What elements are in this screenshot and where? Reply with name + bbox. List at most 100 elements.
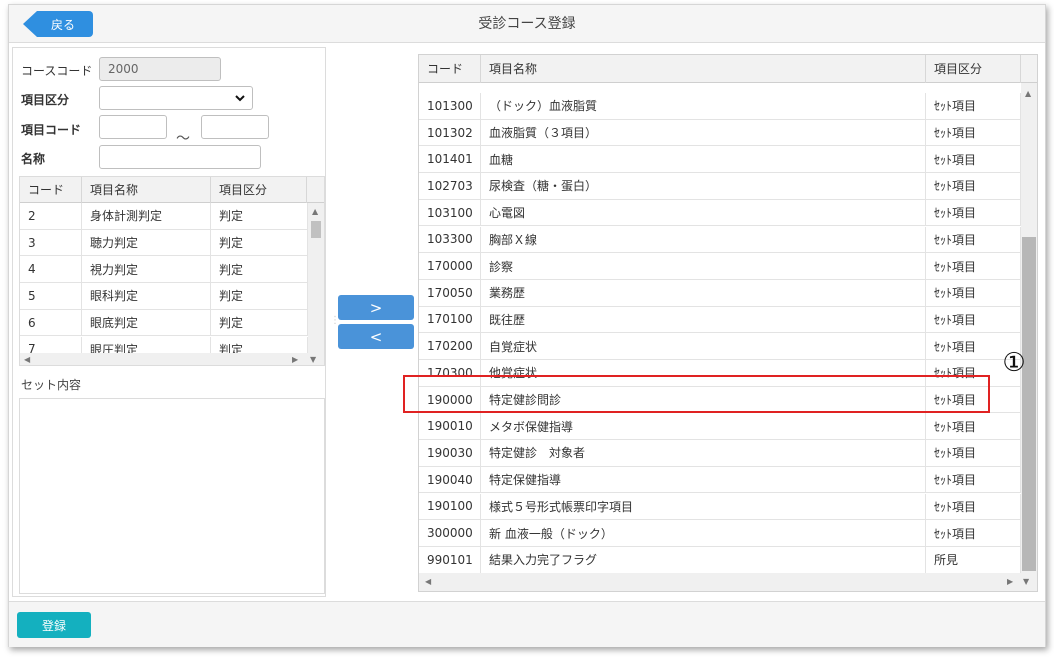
name-label: 名称 (21, 152, 46, 166)
table-row[interactable]: 190030 特定健診 対象者 ｾｯﾄ項目 (419, 440, 1037, 467)
cell-name: 聴力判定 (82, 229, 211, 256)
cell-name: 眼底判定 (82, 309, 211, 336)
cell-category: 判定 (211, 203, 308, 229)
cell-code: 101300 (419, 93, 481, 119)
cell-code: 101302 (419, 119, 481, 146)
table-row[interactable]: 101300 （ドック）血液脂質 ｾｯﾄ項目 (419, 93, 1037, 120)
table-row[interactable]: 300000 新 血液一般（ドック） ｾｯﾄ項目 (419, 520, 1037, 547)
splitter-handle[interactable]: ⋮ (330, 315, 340, 326)
cell-name: 様式５号形式帳票印字項目 (481, 493, 926, 520)
table-row[interactable]: 170200 自覚症状 ｾｯﾄ項目 (419, 333, 1037, 360)
column-header-category[interactable]: 項目区分 (926, 55, 1021, 83)
table-row[interactable]: 101302 血液脂質（３項目） ｾｯﾄ項目 (419, 119, 1037, 147)
cell-category: ｾｯﾄ項目 (926, 306, 1021, 333)
table-row[interactable]: 103300 胸部Ｘ線 ｾｯﾄ項目 (419, 226, 1037, 254)
set-contents-label: セット内容 (21, 378, 82, 392)
cell-category: 判定 (211, 283, 308, 309)
scroll-left-icon[interactable]: ◀ (425, 577, 431, 586)
cell-code: 170050 (419, 279, 481, 306)
table-row[interactable]: 102703 尿検査（糖・蛋白） ｾｯﾄ項目 (419, 173, 1037, 200)
horizontal-scrollbar[interactable]: ◀ ▶ ▼ (20, 353, 324, 365)
cell-code: 5 (20, 283, 82, 309)
cell-code: 103100 (419, 199, 481, 226)
item-code-to-input[interactable] (201, 115, 269, 139)
table-row[interactable]: 190040 特定保健指導 ｾｯﾄ項目 (419, 466, 1037, 494)
cell-name: 眼科判定 (82, 283, 211, 309)
cell-name: 視力判定 (82, 256, 211, 283)
scroll-left-icon[interactable]: ◀ (24, 355, 30, 364)
scroll-right-icon[interactable]: ▶ (292, 355, 298, 364)
scroll-up-icon[interactable]: ▲ (1025, 89, 1031, 98)
table-row[interactable]: 190100 様式５号形式帳票印字項目 ｾｯﾄ項目 (419, 493, 1037, 521)
cell-name: 心電図 (481, 199, 926, 226)
cell-category: 所見 (926, 546, 1021, 573)
vertical-scrollbar[interactable]: ▲ (1021, 83, 1037, 573)
cell-name: 尿検査（糖・蛋白） (481, 173, 926, 199)
cell-name: 血液脂質（３項目） (481, 119, 926, 146)
column-header-code[interactable]: コード (419, 55, 481, 83)
table-row[interactable]: 2 身体計測判定 判定 (20, 203, 324, 230)
scroll-down-icon[interactable]: ▼ (1023, 577, 1029, 586)
item-code-from-input[interactable] (99, 115, 167, 139)
cell-name: 特定保健指導 (481, 466, 926, 493)
back-button[interactable]: 戻る (23, 11, 93, 37)
table-row[interactable]: 190010 メタボ保健指導 ｾｯﾄ項目 (419, 413, 1037, 441)
cell-category: ｾｯﾄ項目 (926, 493, 1021, 520)
cell-name: 自覚症状 (481, 333, 926, 359)
cell-code: 190100 (419, 493, 481, 520)
cell-code: 170000 (419, 253, 481, 279)
horizontal-scrollbar[interactable]: ◀ ▶ ▼ (419, 573, 1037, 591)
item-category-select[interactable] (99, 86, 253, 110)
cell-code: 190030 (419, 440, 481, 466)
table-row[interactable]: 4 視力判定 判定 (20, 256, 324, 284)
table-row[interactable]: 990101 結果入力完了フラグ 所見 (419, 546, 1037, 574)
table-row[interactable]: 103100 心電図 ｾｯﾄ項目 (419, 199, 1037, 227)
table-row[interactable]: 101401 血糖 ｾｯﾄ項目 (419, 146, 1037, 174)
table-row[interactable]: 5 眼科判定 判定 (20, 283, 324, 310)
footer-bar: 登録 (9, 601, 1045, 647)
cell-name: 結果入力完了フラグ (481, 546, 926, 573)
cell-category: ｾｯﾄ項目 (926, 226, 1021, 253)
page-title: 受診コース登録 (478, 16, 576, 32)
scroll-right-icon[interactable]: ▶ (1007, 577, 1013, 586)
cell-code: 300000 (419, 520, 481, 546)
cell-category: ｾｯﾄ項目 (926, 413, 1021, 440)
cell-name: 新 血液一般（ドック） (481, 520, 926, 546)
column-header-code[interactable]: コード (20, 177, 82, 203)
table-row[interactable]: 170050 業務歴 ｾｯﾄ項目 (419, 279, 1037, 307)
remove-item-button[interactable]: < (338, 324, 414, 349)
item-category-label: 項目区分 (21, 93, 70, 107)
column-header-name[interactable]: 項目名称 (82, 177, 211, 203)
table-row[interactable]: 170000 診察 ｾｯﾄ項目 (419, 253, 1037, 280)
grid-header: コード 項目名称 項目区分 (20, 177, 324, 203)
add-item-button[interactable]: > (338, 295, 414, 320)
cell-name: 特定健診 対象者 (481, 440, 926, 466)
cell-category: ｾｯﾄ項目 (926, 466, 1021, 493)
column-header-name[interactable]: 項目名称 (481, 55, 926, 83)
cell-name: 身体計測判定 (82, 203, 211, 229)
cell-code: 101401 (419, 146, 481, 173)
vertical-scrollbar[interactable]: ▲ (308, 203, 324, 353)
set-contents-box (19, 398, 325, 594)
scroll-thumb[interactable] (1022, 237, 1036, 571)
scroll-thumb[interactable] (311, 221, 321, 238)
table-row[interactable]: 6 眼底判定 判定 (20, 309, 324, 337)
highlighted-row-callout (403, 375, 990, 413)
cell-name: （ドック）血液脂質 (481, 93, 926, 119)
course-code-field: 2000 (99, 57, 221, 81)
cell-category: ｾｯﾄ項目 (926, 279, 1021, 306)
app-window: 戻る 受診コース登録 コースコード 2000 項目区分 項目コード ～ 名称 コ… (8, 4, 1046, 647)
cell-name: 胸部Ｘ線 (481, 226, 926, 253)
table-row[interactable]: 170100 既往歴 ｾｯﾄ項目 (419, 306, 1037, 334)
cell-name: メタボ保健指導 (481, 413, 926, 440)
scroll-up-icon[interactable]: ▲ (312, 207, 318, 216)
scroll-down-icon[interactable]: ▼ (310, 355, 316, 364)
column-header-category[interactable]: 項目区分 (211, 177, 307, 203)
cell-category: 判定 (211, 309, 308, 336)
cell-name: 既往歴 (481, 306, 926, 333)
register-button[interactable]: 登録 (17, 612, 91, 638)
name-input[interactable] (99, 145, 261, 169)
cell-name: 血糖 (481, 146, 926, 173)
left-panel: コースコード 2000 項目区分 項目コード ～ 名称 コード 項目名称 項目区… (12, 47, 326, 597)
table-row[interactable]: 3 聴力判定 判定 (20, 229, 324, 257)
